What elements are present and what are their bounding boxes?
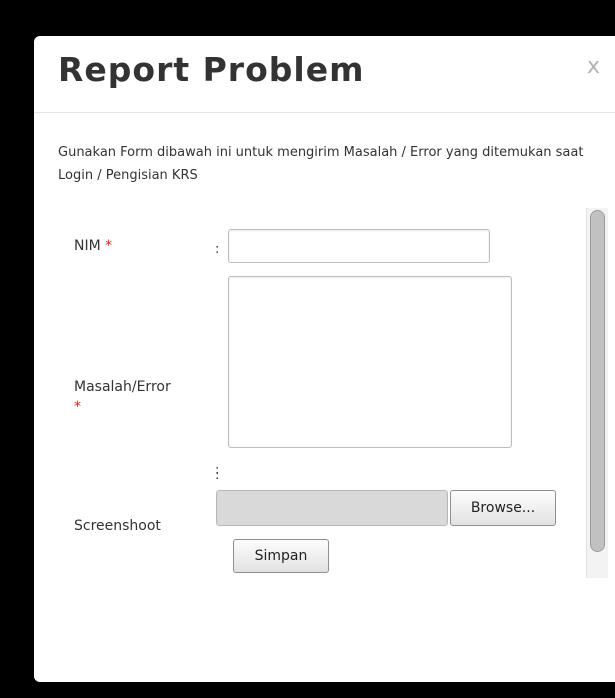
nim-input[interactable]	[228, 229, 490, 263]
intro-text: Gunakan Form dibawah ini untuk mengirim …	[58, 145, 584, 183]
report-form: NIM * : Masalah/Error * : : Screenshoot …	[34, 206, 582, 581]
screenshot-label: Screenshoot	[74, 518, 161, 534]
modal-title: Report Problem	[58, 50, 365, 89]
scrollbar-track[interactable]	[586, 208, 608, 578]
close-icon[interactable]: x	[587, 56, 600, 78]
simpan-button[interactable]: Simpan	[233, 539, 329, 573]
report-problem-modal: Report Problem x Gunakan Form dibawah in…	[34, 36, 615, 682]
backdrop: Report Problem x Gunakan Form dibawah in…	[0, 0, 615, 698]
nim-label-text: NIM	[74, 238, 101, 254]
browse-button[interactable]: Browse...	[450, 490, 556, 526]
nim-colon: :	[215, 242, 220, 257]
masalah-textarea[interactable]	[228, 276, 512, 448]
nim-label: NIM *	[74, 238, 112, 254]
masalah-label: Masalah/Error	[74, 379, 171, 395]
file-path-field[interactable]	[216, 490, 448, 526]
scrollbar-thumb[interactable]	[590, 210, 605, 552]
nim-required-marker: *	[105, 238, 113, 254]
masalah-required-marker: *	[74, 399, 81, 415]
screenshot-colon: :	[215, 468, 220, 483]
modal-header: Report Problem x	[34, 36, 615, 113]
